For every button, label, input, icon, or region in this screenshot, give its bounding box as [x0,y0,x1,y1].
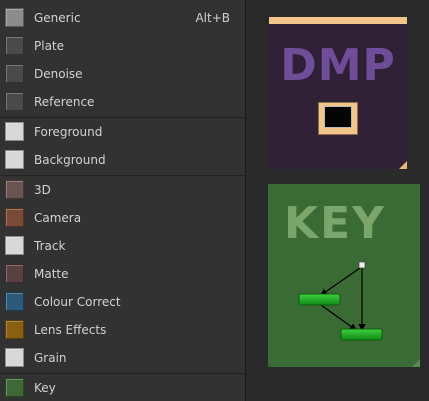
menu-item-generic[interactable]: Generic Alt+B [0,5,245,31]
camera-color-swatch [5,208,24,227]
grain-color-swatch [5,348,24,367]
denoise-color-swatch [5,64,24,83]
menu-item-foreground[interactable]: Foreground [0,119,245,145]
merge-node [340,328,383,341]
foreground-color-swatch [5,122,24,141]
menu-separator [0,373,245,374]
3d-color-swatch [5,180,24,199]
resize-handle-icon [412,359,420,367]
backdrop-preset-menu: Generic Alt+B Plate Denoise Reference Fo… [0,0,245,401]
lens-effects-color-swatch [5,320,24,339]
generic-color-swatch [5,8,24,27]
menu-item-label: 3D [34,183,51,197]
resize-handle-icon [399,161,407,169]
edge [320,267,361,296]
colour-correct-color-swatch [5,292,24,311]
menu-item-reference[interactable]: Reference [0,89,245,115]
menu-item-label: Track [34,239,66,253]
menu-item-background[interactable]: Background [0,147,245,173]
menu-item-colour-correct[interactable]: Colour Correct [0,289,245,315]
node-thumbnail [324,106,352,128]
matte-color-swatch [5,264,24,283]
menu-item-label: Matte [34,267,69,281]
menu-item-label: Colour Correct [34,295,121,309]
dmp-backdrop-preview[interactable]: DMP [269,17,407,169]
menu-item-3d[interactable]: 3D [0,177,245,203]
menu-item-label: Denoise [34,67,83,81]
menu-item-grain[interactable]: Grain [0,345,245,371]
menu-item-denoise[interactable]: Denoise [0,61,245,87]
menu-item-shortcut: Alt+B [195,11,230,25]
menu-item-label: Lens Effects [34,323,107,337]
menu-item-label: Camera [34,211,82,225]
edge [320,304,357,331]
menu-item-track[interactable]: Track [0,233,245,259]
read-node [318,102,358,135]
background-color-swatch [5,150,24,169]
menu-item-label: Plate [34,39,65,53]
backdrop-title-bar [269,17,407,24]
menu-item-matte[interactable]: Matte [0,261,245,287]
key-backdrop-preview[interactable]: KEY [268,184,420,367]
key-node-graph [298,261,420,367]
backdrop-title: DMP [280,40,396,91]
reference-color-swatch [5,92,24,111]
menu-item-label: Generic [34,11,81,25]
menu-separator [0,117,245,118]
menu-item-label: Grain [34,351,67,365]
menu-item-label: Background [34,153,106,167]
menu-item-lens-effects[interactable]: Lens Effects [0,317,245,343]
dot-node [358,261,366,269]
track-color-swatch [5,236,24,255]
menu-item-label: Reference [34,95,95,109]
menu-item-label: Key [34,381,56,395]
menu-item-camera[interactable]: Camera [0,205,245,231]
menu-item-key[interactable]: Key [0,375,245,401]
keyer-node [298,293,341,306]
key-color-swatch [5,378,24,397]
menu-item-label: Foreground [34,125,103,139]
menu-item-plate[interactable]: Plate [0,33,245,59]
menu-separator [0,175,245,176]
plate-color-swatch [5,36,24,55]
